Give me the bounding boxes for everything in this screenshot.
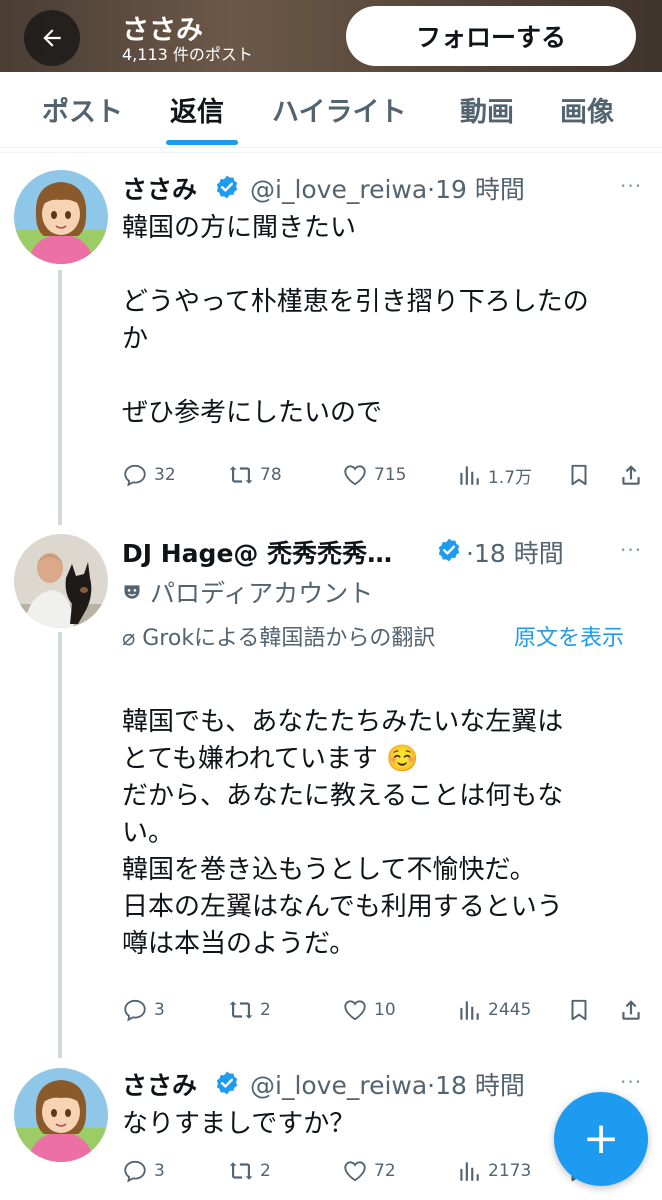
bookmark-icon — [571, 464, 587, 486]
reply-button[interactable]: 3 — [122, 997, 165, 1023]
like-button[interactable]: 715 — [342, 462, 406, 488]
share-button[interactable] — [618, 997, 650, 1023]
follow-button[interactable]: フォローする — [346, 6, 636, 66]
repost-icon — [229, 1001, 253, 1019]
thread-line — [58, 270, 62, 525]
reply-icon — [124, 999, 146, 1022]
like-count: 10 — [374, 1000, 396, 1020]
tweet-author-name[interactable]: ささみ — [122, 1066, 197, 1102]
tweet-actions: 32 78 715 1.7万 — [122, 462, 646, 496]
like-count: 715 — [374, 465, 407, 485]
thread-line — [58, 632, 62, 1058]
anime-girl-avatar-image — [14, 1068, 108, 1162]
tweet-actions: 3 2 10 2445 — [122, 997, 646, 1031]
analytics-icon — [460, 1162, 479, 1181]
reply-count: 3 — [154, 1161, 165, 1181]
analytics-icon — [460, 1001, 479, 1020]
reply-count: 3 — [154, 1000, 165, 1020]
divider — [0, 152, 662, 153]
views-button[interactable]: 1.7万 — [456, 462, 532, 488]
back-button[interactable] — [24, 10, 80, 66]
repost-button[interactable]: 2 — [228, 1158, 271, 1184]
repost-icon — [229, 466, 253, 484]
heart-icon — [344, 1161, 366, 1182]
reply-button[interactable]: 3 — [122, 1158, 165, 1184]
man-with-dog-avatar-image — [14, 534, 108, 628]
verified-badge-icon — [216, 1071, 238, 1095]
more-options-icon[interactable]: ··· — [620, 174, 642, 198]
bookmark-button[interactable] — [566, 462, 598, 488]
avatar[interactable] — [14, 1068, 108, 1162]
tab-videos[interactable]: 動画 — [460, 90, 514, 129]
translation-note-text: Grokによる韓国語からの翻訳 — [142, 626, 436, 651]
avatar[interactable] — [14, 170, 108, 264]
repost-button[interactable]: 78 — [228, 462, 282, 488]
compose-button[interactable]: + — [554, 1092, 648, 1186]
translate-slash-icon: ⌀ — [122, 626, 143, 651]
tab-highlights[interactable]: ハイライト — [272, 90, 406, 129]
reply-button[interactable]: 32 — [122, 462, 176, 488]
view-count: 2445 — [488, 1000, 532, 1020]
like-count: 72 — [374, 1161, 396, 1181]
share-icon — [622, 465, 640, 485]
active-tab-indicator — [166, 140, 238, 145]
tweet-handle-time: @i_love_reiwa·18 時間 — [250, 1071, 525, 1100]
view-count: 2173 — [488, 1161, 532, 1181]
translation-note: ⌀ Grokによる韓国語からの翻訳 — [122, 620, 435, 652]
share-button[interactable] — [618, 462, 650, 488]
plus-icon: + — [582, 1113, 620, 1164]
tab-images[interactable]: 画像 — [560, 90, 614, 129]
show-original-link[interactable]: 原文を表示 — [514, 620, 624, 652]
reply-icon — [124, 1160, 146, 1183]
like-button[interactable]: 10 — [342, 997, 396, 1023]
arrow-left-icon — [43, 29, 61, 47]
more-options-icon[interactable]: ··· — [620, 1070, 642, 1094]
repost-count: 2 — [260, 1161, 271, 1181]
tab-posts[interactable]: ポスト — [42, 90, 123, 129]
repost-button[interactable]: 2 — [228, 997, 271, 1023]
reply-icon — [124, 464, 146, 487]
repost-icon — [229, 1162, 253, 1180]
views-button[interactable]: 2173 — [456, 1158, 531, 1184]
tweet-handle-time: @i_love_reiwa·19 時間 — [250, 175, 525, 204]
tweet-handle-time: ·18 時間 — [466, 539, 564, 568]
analytics-icon — [460, 466, 479, 485]
profile-tabs: ポスト 返信 ハイライト 動画 画像 — [0, 72, 662, 148]
profile-header: ささみ 4,113 件のポスト フォローする — [0, 0, 662, 72]
avatar[interactable] — [14, 534, 108, 628]
tweet-text: 韓国でも、あなたたちみたいな左翼は とても嫌われています ☺️ だから、あなたに… — [122, 707, 564, 959]
repost-count: 78 — [260, 465, 282, 485]
repost-count: 2 — [260, 1000, 271, 1020]
reply-count: 32 — [154, 465, 176, 485]
tab-replies[interactable]: 返信 — [170, 90, 224, 129]
view-count: 1.7万 — [488, 467, 533, 488]
views-button[interactable]: 2445 — [456, 997, 531, 1023]
theater-mask-icon — [124, 585, 140, 599]
bookmark-button[interactable] — [566, 997, 598, 1023]
tweet-author-name[interactable]: ささみ — [122, 170, 197, 206]
anime-girl-avatar-image — [14, 170, 108, 264]
parody-account-label: パロディアカウント — [122, 574, 373, 610]
tweet-author-name[interactable]: DJ Hage@ 禿秀禿秀… — [122, 534, 392, 570]
tweet-text: 韓国の方に聞きたい どうやって朴槿恵を引き摺り下ろしたの か ぜひ参考にしたいの… — [122, 213, 589, 428]
share-icon — [622, 1000, 640, 1020]
bookmark-icon — [571, 999, 587, 1021]
post-count: 4,113 件のポスト — [122, 45, 253, 64]
heart-icon — [344, 465, 366, 486]
verified-badge-icon — [216, 175, 238, 199]
more-options-icon[interactable]: ··· — [620, 538, 642, 562]
heart-icon — [344, 1000, 366, 1021]
parody-label-text: パロディアカウント — [150, 579, 374, 608]
verified-badge-icon — [438, 538, 460, 562]
like-button[interactable]: 72 — [342, 1158, 396, 1184]
tweet-text: なりすましですか？ — [122, 1109, 356, 1139]
